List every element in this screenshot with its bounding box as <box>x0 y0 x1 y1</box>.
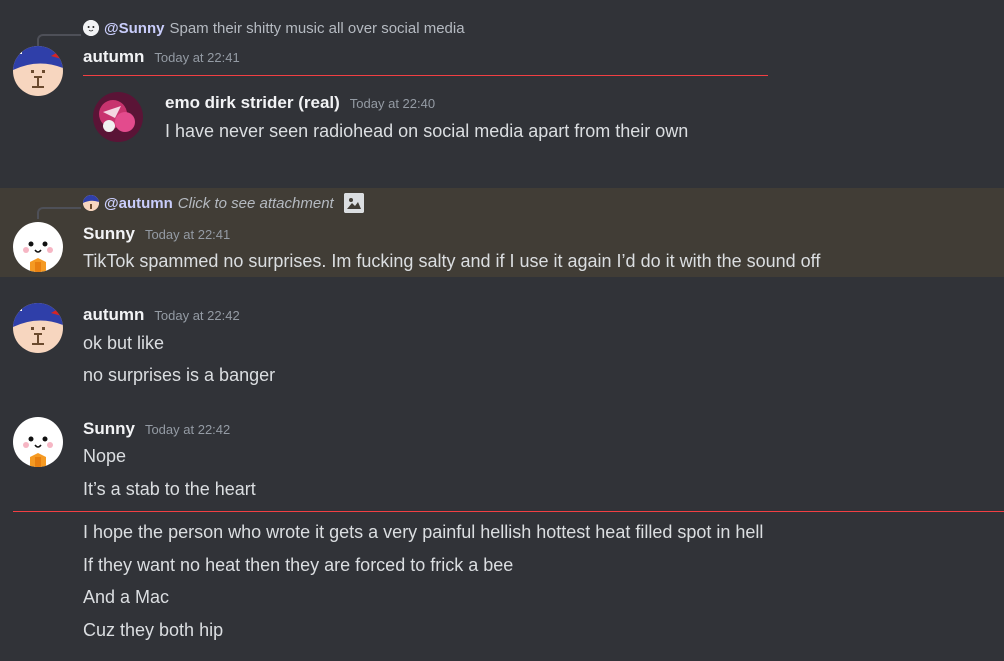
message-header: autumn Today at 22:41 <box>83 47 240 69</box>
message-header: Sunny Today at 22:41 <box>83 224 230 246</box>
message-text: If they want no heat then they are force… <box>83 555 514 575</box>
message-header: Sunny Today at 22:42 <box>83 419 230 441</box>
timestamp[interactable]: Today at 22:42 <box>145 422 230 437</box>
quoted-message-header: emo dirk strider (real) Today at 22:40 <box>165 93 435 113</box>
sunny-avatar[interactable] <box>13 222 63 272</box>
message-text: ok but like <box>83 333 165 353</box>
message-text: Nope <box>83 446 127 466</box>
timestamp[interactable]: Today at 22:41 <box>154 50 239 65</box>
reply-mention[interactable]: @autumn <box>104 195 173 212</box>
message-text: TikTok spammed no surprises. Im fucking … <box>83 251 821 271</box>
message-text: Cuz they both hip <box>83 620 224 640</box>
message-text: It’s a stab to the heart <box>83 479 256 499</box>
author-name[interactable]: Sunny <box>83 419 135 439</box>
autumn-mini-avatar <box>83 195 99 211</box>
sunny-mini-avatar <box>83 20 99 36</box>
message-text: I hope the person who wrote it gets a ve… <box>83 522 764 542</box>
quoted-message-text: I have never seen radiohead on social me… <box>165 121 689 141</box>
reply-preview[interactable]: @autumn Click to see attachment <box>83 193 364 213</box>
author-name[interactable]: autumn <box>83 47 144 67</box>
timestamp[interactable]: Today at 22:41 <box>145 227 230 242</box>
author-name[interactable]: Sunny <box>83 224 135 244</box>
quoted-timestamp[interactable]: Today at 22:40 <box>350 96 435 111</box>
reply-connector <box>37 207 81 219</box>
quote-divider <box>83 75 768 76</box>
message-text: And a Mac <box>83 587 170 607</box>
sunny-avatar[interactable] <box>13 417 63 467</box>
timestamp[interactable]: Today at 22:42 <box>154 308 239 323</box>
reply-preview[interactable]: @Sunny Spam their shitty music all over … <box>83 18 465 38</box>
reply-connector <box>37 34 81 46</box>
autumn-avatar[interactable] <box>13 303 63 353</box>
image-icon <box>343 193 364 213</box>
quoted-message-avatar[interactable] <box>93 92 143 142</box>
new-messages-divider <box>13 511 1004 512</box>
quoted-author-name[interactable]: emo dirk strider (real) <box>165 93 340 113</box>
reply-attachment-text[interactable]: Click to see attachment <box>178 195 334 212</box>
message-header: autumn Today at 22:42 <box>83 305 240 327</box>
autumn-avatar[interactable] <box>13 46 63 96</box>
author-name[interactable]: autumn <box>83 305 144 325</box>
reply-mention[interactable]: @Sunny <box>104 20 164 37</box>
reply-text: Spam their shitty music all over social … <box>169 19 465 37</box>
message-text: no surprises is a banger <box>83 365 276 385</box>
